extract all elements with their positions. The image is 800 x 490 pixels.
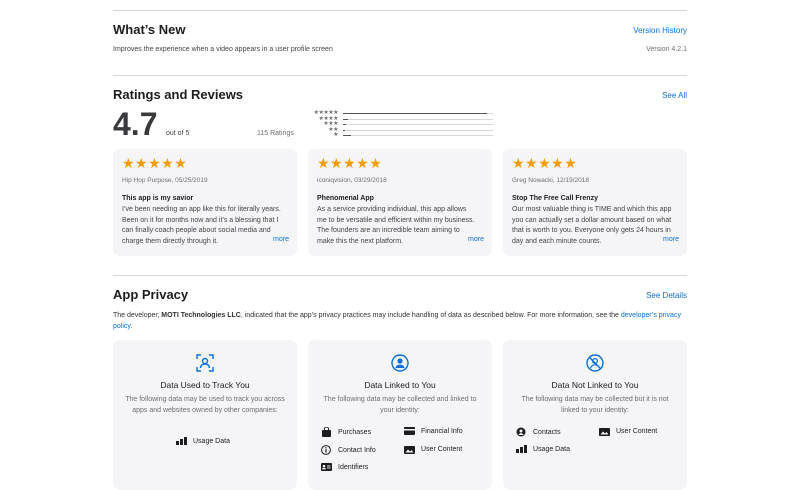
review-more-link[interactable]: more (454, 236, 484, 243)
version-history-link[interactable]: Version History (633, 26, 687, 35)
review-meta: Hip Hop Purpose, 05/25/2019 (122, 177, 208, 184)
privacy-item-label: Usage Data (533, 445, 570, 453)
privacy-item-label: Identifiers (338, 463, 369, 471)
privacy-item-label: User Content (421, 446, 463, 453)
id-card-icon (320, 463, 332, 471)
privacy-item: User Content (598, 427, 657, 436)
privacy-card-desc: The following data may be collected but … (521, 396, 669, 414)
histogram-bar (343, 118, 348, 120)
review-stars: ★★★★★ (122, 155, 188, 171)
privacy-title: App Privacy (113, 287, 189, 302)
review-meta: Greg Nowacki, 12/19/2018 (512, 177, 589, 184)
privacy-intro: The developer, MOTI Technologies LLC, in… (113, 310, 687, 332)
info-icon (320, 445, 332, 455)
privacy-card-desc: The following data may be collected and … (323, 396, 477, 414)
whats-new-title: What’s New (113, 22, 186, 37)
top-divider (113, 10, 687, 11)
version-label: Version 4.2.1 (646, 46, 687, 53)
privacy-item: Usage Data (175, 437, 230, 445)
privacy-item-label: Contact Info (338, 446, 376, 454)
review-card[interactable]: ★★★★★ Greg Nowacki, 12/19/2018 Stop The … (503, 149, 687, 256)
review-meta: iconiqvision, 03/29/2018 (317, 177, 387, 184)
divider (113, 75, 687, 76)
privacy-item: Identifiers (320, 463, 368, 471)
photo-icon (403, 445, 415, 454)
photo-icon (598, 427, 610, 436)
review-more-link[interactable]: more (649, 236, 679, 243)
privacy-item: Financial Info (403, 427, 463, 435)
privacy-card-track: Data Used to Track You The following dat… (113, 340, 297, 490)
review-title: Phenomenal App (317, 195, 374, 202)
histogram-track (343, 135, 493, 136)
privacy-card-title: Data Not Linked to You (551, 380, 639, 390)
histogram-bar (343, 113, 487, 114)
histogram-track (343, 129, 493, 131)
histogram-row: ★ (309, 132, 493, 138)
review-stars: ★★★★★ (512, 155, 578, 171)
histogram-track (343, 113, 493, 114)
not-linked-icon (503, 354, 687, 377)
review-card[interactable]: ★★★★★ iconiqvision, 03/29/2018 Phenomena… (308, 149, 492, 256)
review-stars: ★★★★★ (317, 155, 383, 171)
privacy-intro-prefix: The developer, (113, 312, 162, 319)
privacy-intro-suffix: , indicated that the app’s privacy pract… (240, 312, 621, 319)
privacy-card-not-linked: Data Not Linked to You The following dat… (503, 340, 687, 490)
divider (113, 275, 687, 276)
developer-name: MOTI Technologies LLC (161, 312, 241, 319)
histogram-track (343, 118, 493, 120)
privacy-item-label: Purchases (338, 428, 372, 436)
review-body: I’ve been needing an app like this for l… (122, 206, 281, 245)
contacts-icon (515, 427, 527, 437)
linked-user-icon (308, 354, 492, 377)
review-card[interactable]: ★★★★★ Hip Hop Purpose, 05/25/2019 This a… (113, 149, 297, 256)
histogram-bar (343, 129, 345, 131)
review-body: Our most valuable thing is TIME and whic… (512, 206, 672, 245)
privacy-card-title: Data Used to Track You (160, 380, 250, 390)
whats-new-description: Improves the experience when a video app… (113, 46, 333, 53)
privacy-card-linked: Data Linked to You The following data ma… (308, 340, 492, 490)
review-title: This app is my savior (122, 195, 194, 202)
review-title: Stop The Free Call Frenzy (512, 195, 598, 202)
privacy-item-label: Usage Data (193, 437, 230, 445)
privacy-card-title: Data Linked to You (364, 380, 436, 390)
bar-chart-icon (175, 437, 187, 445)
rating-histogram: ★★★★★ ★★★★ ★★★ ★★ ★ (309, 110, 499, 139)
privacy-item-label: Financial Info (421, 427, 463, 435)
privacy-intro-end: . (130, 323, 133, 330)
privacy-item: Contacts (515, 427, 561, 437)
credit-card-icon (403, 427, 415, 435)
see-details-link[interactable]: See Details (646, 291, 687, 300)
see-all-link[interactable]: See All (662, 91, 687, 100)
privacy-item: User Content (403, 445, 462, 454)
track-icon (113, 354, 297, 377)
histogram-track (343, 124, 493, 125)
histogram-stars: ★ (333, 132, 338, 138)
review-more-link[interactable]: more (259, 236, 289, 243)
rating-score: 4.7 (113, 106, 158, 142)
bag-icon (320, 427, 332, 437)
bar-chart-icon (515, 445, 527, 453)
privacy-item-label: Contacts (533, 428, 561, 436)
privacy-item: Usage Data (515, 445, 570, 453)
privacy-item-label: User Content (616, 428, 658, 435)
rating-count: 115 Ratings (257, 130, 294, 137)
histogram-bar (343, 135, 351, 136)
rating-out-of: out of 5 (166, 130, 190, 137)
ratings-title: Ratings and Reviews (113, 87, 244, 102)
privacy-item: Purchases (320, 427, 371, 437)
privacy-item: Contact Info (320, 445, 376, 455)
privacy-card-desc: The following data may be used to track … (125, 396, 285, 414)
review-body: As a service providing individual, this … (317, 206, 475, 245)
histogram-bar (343, 124, 346, 125)
